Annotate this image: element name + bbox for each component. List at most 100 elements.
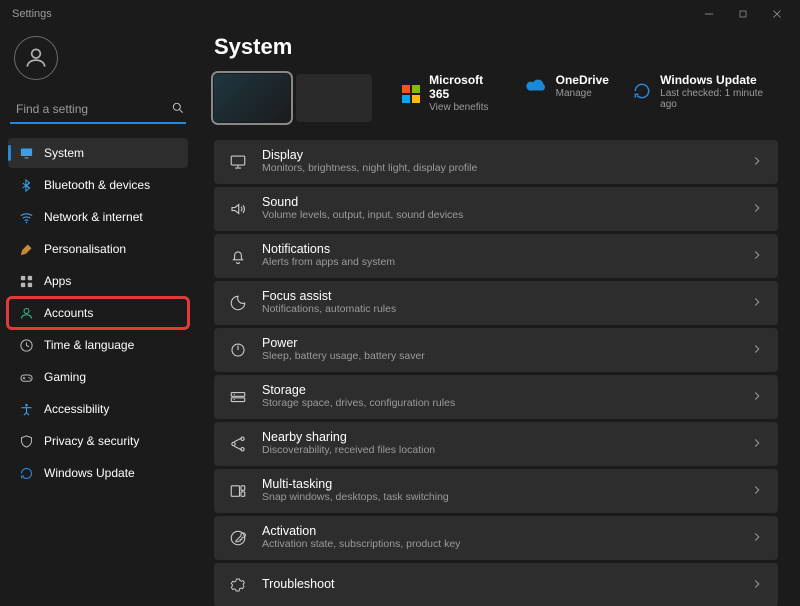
- sidebar-item-label: Gaming: [44, 370, 86, 384]
- row-subtitle: Monitors, brightness, night light, displ…: [262, 163, 736, 175]
- sidebar-item-label: Network & internet: [44, 210, 143, 224]
- apps-icon: [18, 274, 34, 289]
- hero-link-sub: Last checked: 1 minute ago: [660, 88, 778, 111]
- chevron-right-icon: [750, 436, 764, 453]
- close-button[interactable]: [760, 0, 794, 28]
- sidebar-item-label: Accessibility: [44, 402, 109, 416]
- settings-row-notifications[interactable]: NotificationsAlerts from apps and system: [214, 234, 778, 278]
- brush-icon: [18, 242, 34, 257]
- sidebar-item-apps[interactable]: Apps: [8, 266, 188, 296]
- update-icon: [18, 466, 34, 481]
- shield-icon: [18, 434, 34, 449]
- focus-icon: [228, 294, 248, 312]
- chevron-right-icon: [750, 248, 764, 265]
- settings-row-storage[interactable]: StorageStorage space, drives, configurat…: [214, 375, 778, 419]
- settings-row-nearby-sharing[interactable]: Nearby sharingDiscoverability, received …: [214, 422, 778, 466]
- sidebar-item-label: Windows Update: [44, 466, 135, 480]
- search-box[interactable]: [10, 96, 186, 124]
- settings-row-focus-assist[interactable]: Focus assistNotifications, automatic rul…: [214, 281, 778, 325]
- sidebar-item-label: Time & language: [44, 338, 134, 352]
- hero-link-title: Microsoft 365: [429, 74, 503, 102]
- sidebar-item-label: Apps: [44, 274, 71, 288]
- settings-row-multi-tasking[interactable]: Multi-taskingSnap windows, desktops, tas…: [214, 469, 778, 513]
- sidebar-item-bluetooth-devices[interactable]: Bluetooth & devices: [8, 170, 188, 200]
- bluetooth-icon: [18, 178, 34, 193]
- row-title: Notifications: [262, 243, 736, 257]
- row-subtitle: Snap windows, desktops, task switching: [262, 492, 736, 504]
- ms365-icon: [402, 85, 420, 103]
- settings-row-troubleshoot[interactable]: Troubleshoot: [214, 563, 778, 606]
- sidebar-item-time-language[interactable]: Time & language: [8, 330, 188, 360]
- chevron-right-icon: [750, 154, 764, 171]
- settings-row-sound[interactable]: SoundVolume levels, output, input, sound…: [214, 187, 778, 231]
- activation-icon: [228, 529, 248, 547]
- sidebar-item-accounts[interactable]: Accounts: [8, 298, 188, 328]
- sidebar-item-privacy-security[interactable]: Privacy & security: [8, 426, 188, 456]
- row-title: Power: [262, 337, 736, 351]
- sidebar-item-label: Personalisation: [44, 242, 126, 256]
- sidebar-item-personalisation[interactable]: Personalisation: [8, 234, 188, 264]
- hero-link-title: Windows Update: [660, 74, 778, 88]
- person-icon: [18, 306, 34, 321]
- row-title: Storage: [262, 384, 736, 398]
- sidebar-item-label: Privacy & security: [44, 434, 139, 448]
- sidebar-item-system[interactable]: System: [8, 138, 188, 168]
- chevron-right-icon: [750, 342, 764, 359]
- row-title: Troubleshoot: [262, 578, 736, 592]
- window-title: Settings: [12, 8, 52, 20]
- sidebar-item-network-internet[interactable]: Network & internet: [8, 202, 188, 232]
- settings-row-activation[interactable]: ActivationActivation state, subscription…: [214, 516, 778, 560]
- sidebar-item-gaming[interactable]: Gaming: [8, 362, 188, 392]
- settings-row-display[interactable]: DisplayMonitors, brightness, night light…: [214, 140, 778, 184]
- chevron-right-icon: [750, 483, 764, 500]
- accessibility-icon: [18, 402, 34, 417]
- chevron-right-icon: [750, 577, 764, 594]
- avatar[interactable]: [14, 36, 58, 80]
- clock-icon: [18, 338, 34, 353]
- row-subtitle: Volume levels, output, input, sound devi…: [262, 210, 736, 222]
- row-subtitle: Activation state, subscriptions, product…: [262, 539, 736, 551]
- display-icon: [228, 153, 248, 171]
- row-subtitle: Storage space, drives, configuration rul…: [262, 398, 736, 410]
- chevron-right-icon: [750, 389, 764, 406]
- row-title: Display: [262, 149, 736, 163]
- monitor-icon: [18, 146, 34, 161]
- settings-row-power[interactable]: PowerSleep, battery usage, battery saver: [214, 328, 778, 372]
- hero-row: Microsoft 365View benefits OneDriveManage…: [214, 74, 778, 122]
- sidebar-item-accessibility[interactable]: Accessibility: [8, 394, 188, 424]
- search-input[interactable]: [16, 102, 171, 116]
- row-title: Multi-tasking: [262, 478, 736, 492]
- hero-link-onedrive[interactable]: OneDriveManage: [526, 74, 609, 99]
- multitask-icon: [228, 482, 248, 500]
- page-title: System: [214, 34, 778, 60]
- sidebar: System Bluetooth & devices Network & inter…: [0, 28, 196, 606]
- titlebar: Settings: [0, 0, 800, 28]
- hero-link-windows-update[interactable]: Windows UpdateLast checked: 1 minute ago: [631, 74, 778, 111]
- sidebar-item-label: System: [44, 146, 84, 160]
- row-subtitle: Alerts from apps and system: [262, 257, 736, 269]
- sidebar-item-label: Bluetooth & devices: [44, 178, 150, 192]
- chevron-right-icon: [750, 201, 764, 218]
- desktop-preview[interactable]: [296, 74, 372, 122]
- chevron-right-icon: [750, 530, 764, 547]
- update-icon: [632, 81, 652, 104]
- maximize-button[interactable]: [726, 0, 760, 28]
- desktop-preview-selected[interactable]: [214, 74, 290, 122]
- hero-link-sub: View benefits: [429, 102, 503, 114]
- main-content: System Microsoft 365View benefits OneDriv…: [196, 28, 800, 606]
- gamepad-icon: [18, 370, 34, 385]
- wifi-icon: [18, 210, 34, 225]
- search-icon: [171, 101, 185, 118]
- row-title: Sound: [262, 196, 736, 210]
- sound-icon: [228, 200, 248, 218]
- hero-link-microsoft-[interactable]: Microsoft 365View benefits: [400, 74, 504, 113]
- sidebar-item-windows-update[interactable]: Windows Update: [8, 458, 188, 488]
- troubleshoot-icon: [228, 576, 248, 594]
- bell-icon: [228, 247, 248, 265]
- row-subtitle: Discoverability, received files location: [262, 445, 736, 457]
- row-title: Nearby sharing: [262, 431, 736, 445]
- minimize-button[interactable]: [692, 0, 726, 28]
- row-title: Focus assist: [262, 290, 736, 304]
- row-subtitle: Sleep, battery usage, battery saver: [262, 351, 736, 363]
- hero-link-sub: Manage: [556, 88, 609, 100]
